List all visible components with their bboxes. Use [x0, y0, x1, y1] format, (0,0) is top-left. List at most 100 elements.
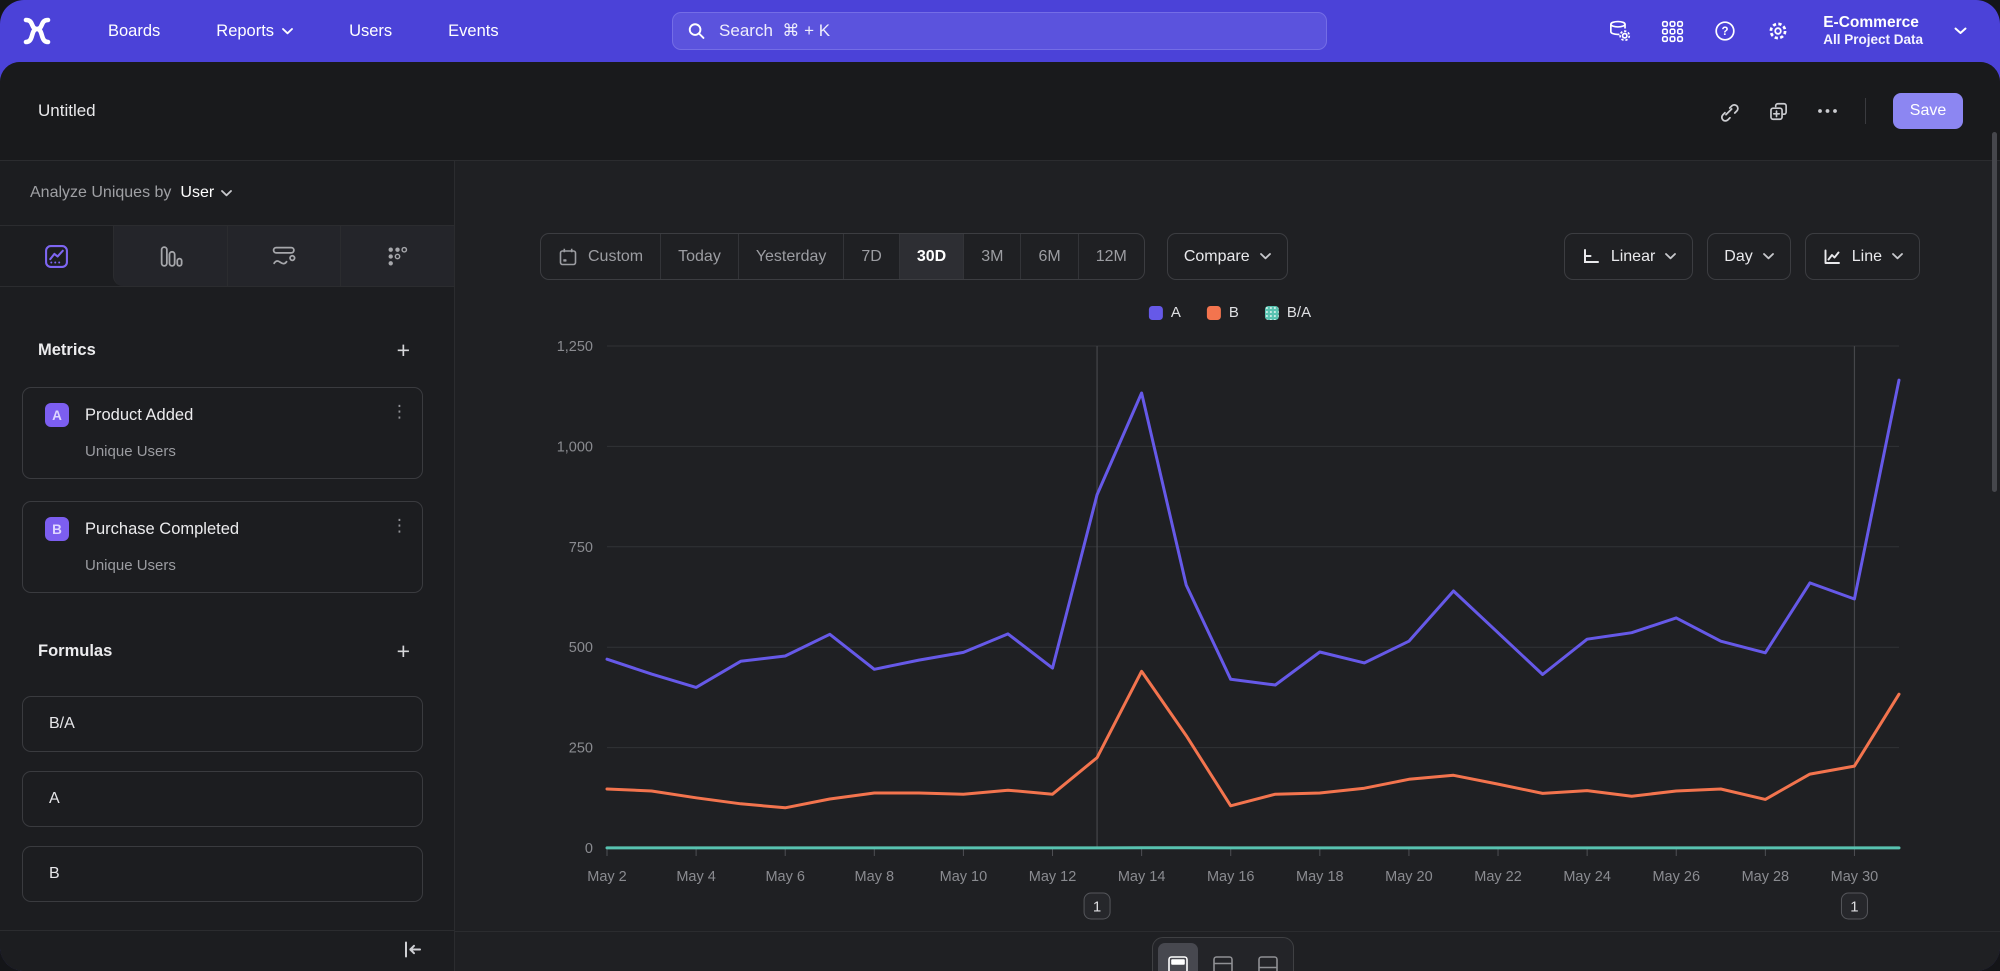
- tab-flows[interactable]: [227, 226, 341, 286]
- layout-split-toggle[interactable]: [1203, 943, 1243, 971]
- x-tick-label: May 18: [1296, 869, 1344, 885]
- scale-dropdown[interactable]: Linear: [1564, 233, 1693, 280]
- y-tick-label: 250: [569, 741, 593, 757]
- metrics-list: AProduct Added⋮Unique UsersBPurchase Com…: [0, 387, 454, 593]
- view-layout-toggles: [1152, 937, 1294, 971]
- metric-name: Product Added: [85, 406, 193, 425]
- report-header: Untitled: [0, 62, 2000, 161]
- search-input[interactable]: [717, 20, 1312, 42]
- date-range-label: 6M: [1038, 248, 1060, 266]
- data-management-icon[interactable]: [1607, 19, 1632, 43]
- formula-card[interactable]: B: [22, 846, 423, 902]
- date-range-7d[interactable]: 7D: [843, 234, 898, 279]
- save-button[interactable]: Save: [1893, 93, 1963, 129]
- scale-label: Linear: [1611, 248, 1655, 266]
- project-chevron-down-icon: [1954, 27, 1967, 35]
- calendar-icon: [558, 247, 578, 267]
- legend-swatch: [1265, 306, 1279, 320]
- legend-item-b-a[interactable]: B/A: [1265, 304, 1311, 321]
- metric-card[interactable]: BPurchase Completed⋮Unique Users: [22, 501, 423, 593]
- date-range-6m[interactable]: 6M: [1020, 234, 1077, 279]
- legend-item-a[interactable]: A: [1149, 304, 1181, 321]
- metrics-title: Metrics: [38, 341, 96, 360]
- layout-chart-top-toggle[interactable]: [1158, 943, 1198, 971]
- date-range-30d[interactable]: 30D: [899, 234, 963, 279]
- date-range-custom[interactable]: Custom: [541, 234, 660, 279]
- line-chart: 02505007501,0001,250May 2May 4May 6May 8…: [455, 336, 2000, 936]
- compare-button[interactable]: Compare: [1167, 233, 1288, 280]
- copy-link-icon[interactable]: [1717, 100, 1740, 123]
- series-line-a[interactable]: [607, 380, 1899, 687]
- nav-item-reports[interactable]: Reports: [216, 22, 293, 41]
- x-tick-label: May 6: [765, 869, 805, 885]
- kebab-icon[interactable]: ⋮: [391, 516, 408, 536]
- linear-axis-icon: [1581, 247, 1601, 266]
- scrollbar-thumb[interactable]: [1992, 132, 1997, 492]
- display-controls: Linear Day: [1564, 233, 1920, 280]
- add-metric-button[interactable]: +: [397, 339, 410, 362]
- flows-icon: [271, 244, 297, 269]
- y-tick-label: 500: [569, 640, 593, 656]
- date-range-today[interactable]: Today: [660, 234, 738, 279]
- tab-retention[interactable]: [340, 226, 454, 286]
- tab-funnels[interactable]: [113, 226, 227, 286]
- nav-item-label: Boards: [108, 22, 160, 41]
- apps-grid-icon[interactable]: [1661, 20, 1684, 43]
- collapse-sidebar-icon[interactable]: [401, 939, 424, 960]
- search-box[interactable]: [672, 12, 1327, 50]
- x-tick-label: May 24: [1563, 869, 1611, 885]
- chart-panel: CustomTodayYesterday 7D 30D3M 6M 12M Compare…: [455, 161, 2000, 971]
- duplicate-icon[interactable]: [1767, 100, 1790, 123]
- x-tick-label: May 16: [1207, 869, 1255, 885]
- x-tick-label: May 4: [676, 869, 716, 885]
- x-tick-label: May 30: [1831, 869, 1879, 885]
- annotation-badge[interactable]: 1: [1841, 893, 1867, 919]
- settings-gear-icon[interactable]: [1766, 19, 1790, 43]
- kebab-icon[interactable]: ⋮: [391, 402, 408, 422]
- project-selector[interactable]: E-Commerce All Project Data: [1823, 14, 1923, 47]
- x-tick-label: May 2: [587, 869, 627, 885]
- date-range-label: 12M: [1096, 248, 1127, 266]
- chevron-down-icon: [1665, 253, 1676, 260]
- more-options-icon[interactable]: [1817, 108, 1838, 114]
- chevron-down-icon: [1892, 253, 1903, 260]
- tab-insights[interactable]: [0, 226, 113, 286]
- legend-label: B: [1229, 304, 1239, 321]
- svg-text:1: 1: [1850, 899, 1858, 916]
- chart-style-dropdown[interactable]: Line: [1805, 233, 1920, 280]
- metric-subtitle: Unique Users: [85, 557, 176, 574]
- formula-card[interactable]: A: [22, 771, 423, 827]
- nav-item-events[interactable]: Events: [448, 22, 498, 41]
- date-range-3m[interactable]: 3M: [963, 234, 1020, 279]
- y-tick-label: 1,250: [557, 339, 593, 355]
- mixpanel-logo[interactable]: [22, 16, 52, 46]
- y-tick-label: 1,000: [557, 439, 593, 455]
- layout-table-bottom-toggle[interactable]: [1248, 943, 1288, 971]
- top-nav: Boards Reports Users Events: [0, 0, 2000, 62]
- analyze-label: Analyze Uniques by: [30, 184, 171, 202]
- legend-item-b[interactable]: B: [1207, 304, 1239, 321]
- nav-menu: Boards Reports Users Events: [108, 22, 499, 41]
- date-range-label: 7D: [861, 248, 881, 266]
- report-title[interactable]: Untitled: [38, 101, 96, 121]
- search-icon: [687, 21, 706, 41]
- date-range-12m[interactable]: 12M: [1078, 234, 1144, 279]
- help-icon[interactable]: ?: [1713, 19, 1737, 43]
- nav-item-users[interactable]: Users: [349, 22, 392, 41]
- series-line-b[interactable]: [607, 671, 1899, 808]
- workspace: Analyze Uniques by User: [0, 161, 2000, 971]
- retention-dots-icon: [385, 244, 410, 269]
- metric-card[interactable]: AProduct Added⋮Unique Users: [22, 387, 423, 479]
- chart-footer-divider: [455, 931, 2000, 932]
- y-tick-label: 750: [569, 540, 593, 556]
- bar-chart-icon: [158, 244, 183, 269]
- date-range-yesterday[interactable]: Yesterday: [738, 234, 844, 279]
- analyze-by-dropdown[interactable]: User: [180, 184, 232, 202]
- nav-item-boards[interactable]: Boards: [108, 22, 160, 41]
- chevron-down-icon: [282, 28, 293, 35]
- interval-dropdown[interactable]: Day: [1707, 233, 1790, 280]
- annotation-badge[interactable]: 1: [1084, 893, 1110, 919]
- formula-card[interactable]: B/A: [22, 696, 423, 752]
- chart-style-label: Line: [1852, 248, 1882, 266]
- add-formula-button[interactable]: +: [397, 640, 410, 663]
